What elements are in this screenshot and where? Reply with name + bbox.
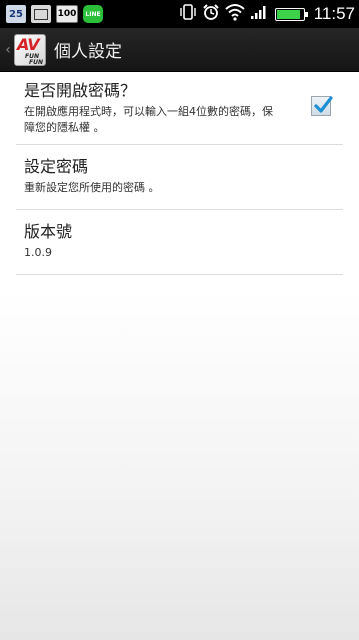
status-left-icons: 25 100 LINE xyxy=(6,5,103,23)
page-title: 個人設定 xyxy=(54,42,122,62)
battery-level xyxy=(276,9,301,19)
app-logo-icon[interactable]: AV FUN FUN xyxy=(14,33,46,66)
checkmark-icon xyxy=(314,96,333,113)
notification-100-icon: 100 xyxy=(56,5,78,23)
pref-summary: 1.0.9 xyxy=(24,246,52,259)
up-navigation-caret-icon[interactable]: ‹ xyxy=(2,42,14,58)
pref-enable-password[interactable]: 是否開啟密碼？ 在開啟應用程式時，可以輸入一組4位數的密碼，保障您的隱私權 。 xyxy=(16,72,343,145)
pref-summary: 重新設定您所使用的密碼 。 xyxy=(24,181,160,194)
pref-title: 是否開啟密碼？ xyxy=(24,81,137,100)
pref-title: 版本號 xyxy=(24,222,73,241)
signal-icon xyxy=(250,4,268,24)
battery-icon xyxy=(274,7,308,21)
alarm-clock-icon xyxy=(202,3,220,25)
logo-av-text: AV xyxy=(17,34,40,54)
wifi-icon xyxy=(225,3,245,25)
enable-password-checkbox[interactable] xyxy=(311,96,333,116)
action-bar: ‹ AV FUN FUN 個人設定 xyxy=(0,28,359,72)
status-time: 11:57 xyxy=(313,4,355,23)
pref-set-password[interactable]: 設定密碼 重新設定您所使用的密碼 。 xyxy=(16,145,343,210)
mail-icon xyxy=(31,5,51,23)
pref-summary: 在開啟應用程式時，可以輸入一組4位數的密碼，保障您的隱私權 。 xyxy=(24,105,273,134)
logo-fun-text-2: FUN xyxy=(29,58,43,66)
calendar-icon: 25 xyxy=(6,5,26,23)
vibrate-icon xyxy=(179,3,197,25)
pref-version[interactable]: 版本號 1.0.9 xyxy=(16,210,343,275)
settings-list: 是否開啟密碼？ 在開啟應用程式時，可以輸入一組4位數的密碼，保障您的隱私權 。 … xyxy=(0,72,359,275)
status-bar: 25 100 LINE 11:57 xyxy=(0,0,359,28)
pref-title: 設定密碼 xyxy=(24,157,89,176)
status-right-icons: 11:57 xyxy=(179,3,355,25)
line-app-icon: LINE xyxy=(83,5,103,23)
